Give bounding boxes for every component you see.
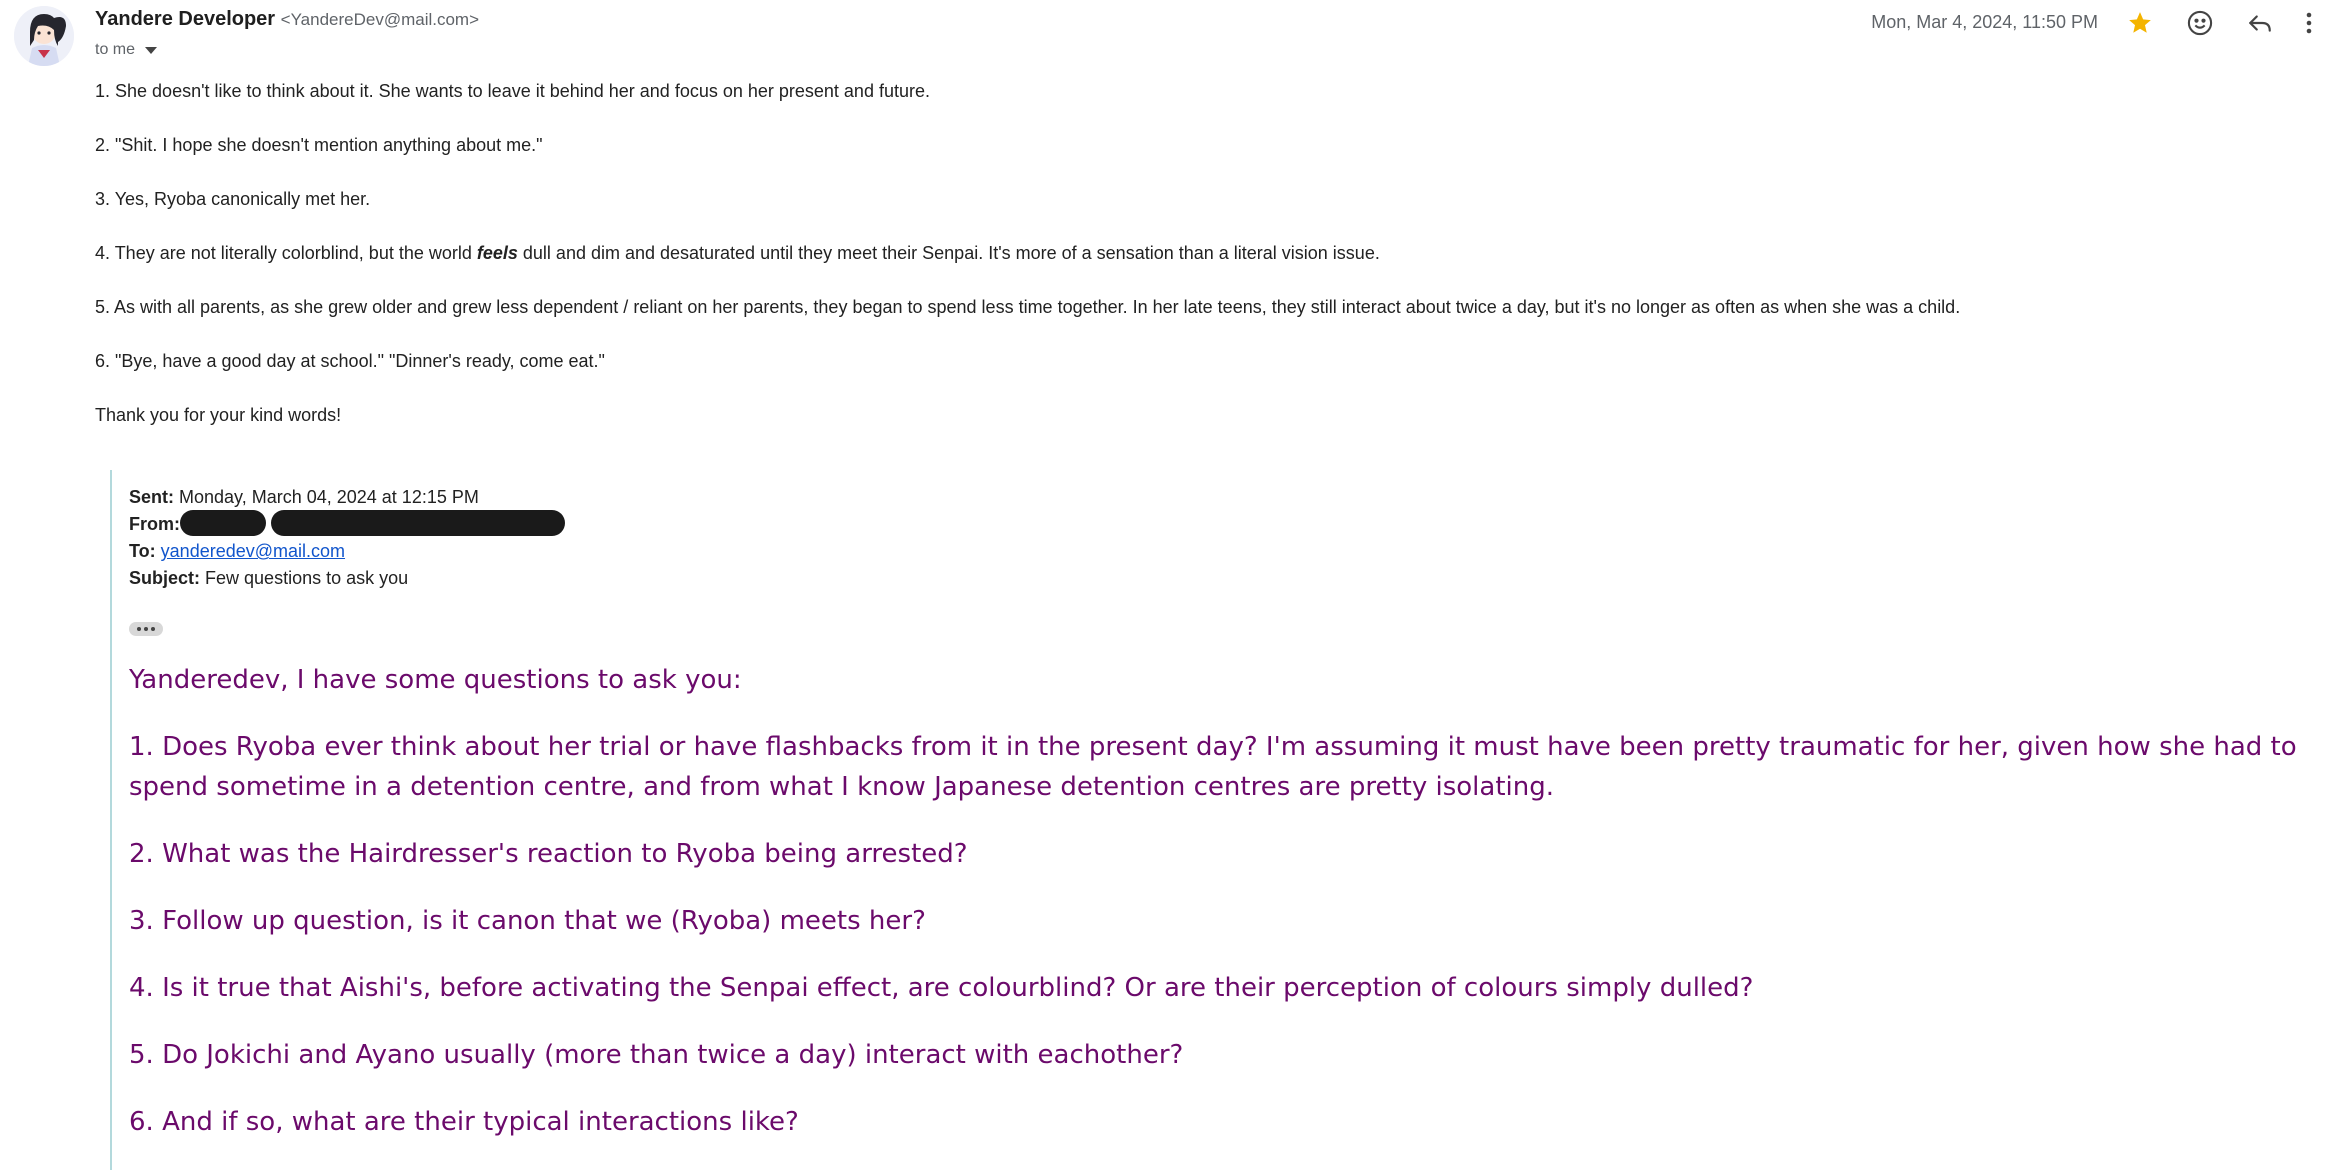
reply-emphasis: feels (476, 243, 518, 263)
reply-paragraph-4: 4. They are not literally colorblind, bu… (95, 238, 2305, 268)
sender-email: <YandereDev@mail.com> (280, 10, 480, 29)
quoted-subject-label: Subject: (129, 568, 201, 589)
message-actions (2122, 7, 2316, 39)
quoted-question-2: 2. What was the Hairdresser's reaction t… (129, 839, 968, 869)
quoted-to-label: To: (129, 541, 156, 562)
reply-paragraph-6: 6. "Bye, have a good day at school." "Di… (95, 351, 605, 371)
chevron-down-icon[interactable] (145, 46, 158, 54)
quoted-headers: Sent: Monday, March 04, 2024 at 12:15 PM… (129, 484, 566, 592)
quoted-question-1: 1. Does Ryoba ever think about her trial… (129, 732, 2297, 802)
sender-name[interactable]: Yandere Developer (95, 8, 275, 30)
quoted-from-label: From: (129, 514, 180, 534)
quoted-greeting: Yanderedev, I have some questions to ask… (129, 665, 742, 695)
show-trimmed-content-button[interactable] (129, 622, 163, 636)
avatar-image (14, 6, 74, 66)
sender-line: Yandere Developer <YandereDev@mail.com> (95, 8, 479, 31)
reply-icon[interactable] (2242, 7, 2278, 39)
quoted-sent-label: Sent: (129, 487, 174, 507)
reply-signoff: Thank you for your kind words! (95, 405, 342, 425)
quoted-question-3: 3. Follow up question, is it canon that … (129, 906, 926, 936)
reply-paragraph-1: 1. She doesn't like to think about it. S… (95, 81, 930, 101)
more-options-icon[interactable] (2302, 7, 2316, 39)
ellipsis-dot-icon (144, 627, 148, 631)
quoted-question-4: 4. Is it true that Aishi's, before activ… (129, 973, 1754, 1003)
quoted-question-5: 5. Do Jokichi and Ayano usually (more th… (129, 1040, 1184, 1070)
avatar[interactable] (14, 6, 74, 66)
reply-paragraph-5: 5. As with all parents, as she grew olde… (95, 297, 1961, 317)
redacted-sender-email (271, 510, 566, 537)
emoji-reaction-icon[interactable] (2182, 7, 2218, 39)
quoted-to-row: To: yanderedev@mail.com (129, 538, 565, 565)
recipient-label: to me (95, 41, 136, 58)
message-date: Mon, Mar 4, 2024, 11:50 PM (1871, 12, 2098, 32)
quoted-sent-row: Sent: Monday, March 04, 2024 at 12:15 PM (129, 484, 565, 511)
quoted-subject-value: Few questions to ask you (205, 568, 409, 589)
quoted-subject-row: Subject: Few questions to ask you (129, 565, 565, 592)
ellipsis-dot-icon (151, 627, 155, 631)
quoted-body: Yanderedev, I have some questions to ask… (129, 660, 2324, 1169)
reply-paragraph-3: 3. Yes, Ryoba canonically met her. (95, 189, 371, 209)
quoted-to-link[interactable]: yanderedev@mail.com (161, 541, 345, 561)
quoted-question-6: 6. And if so, what are their typical int… (129, 1107, 799, 1137)
reply-paragraph-2: 2. "Shit. I hope she doesn't mention any… (95, 135, 543, 155)
reply-paragraph-4-end: dull and dim and desaturated until they … (517, 243, 1380, 263)
reply-body: 1. She doesn't like to think about it. S… (95, 76, 2305, 454)
star-icon[interactable] (2122, 7, 2158, 39)
quoted-message: Sent: Monday, March 04, 2024 at 12:15 PM… (110, 470, 2326, 1170)
reply-paragraph-4-start: 4. They are not literally colorblind, bu… (95, 243, 477, 263)
quoted-sent-value: Monday, March 04, 2024 at 12:15 PM (179, 487, 479, 507)
recipient-details-toggle[interactable]: to me (95, 41, 158, 59)
redacted-sender-name (180, 510, 266, 537)
quoted-from-row: From: (129, 510, 566, 538)
ellipsis-dot-icon (137, 627, 141, 631)
